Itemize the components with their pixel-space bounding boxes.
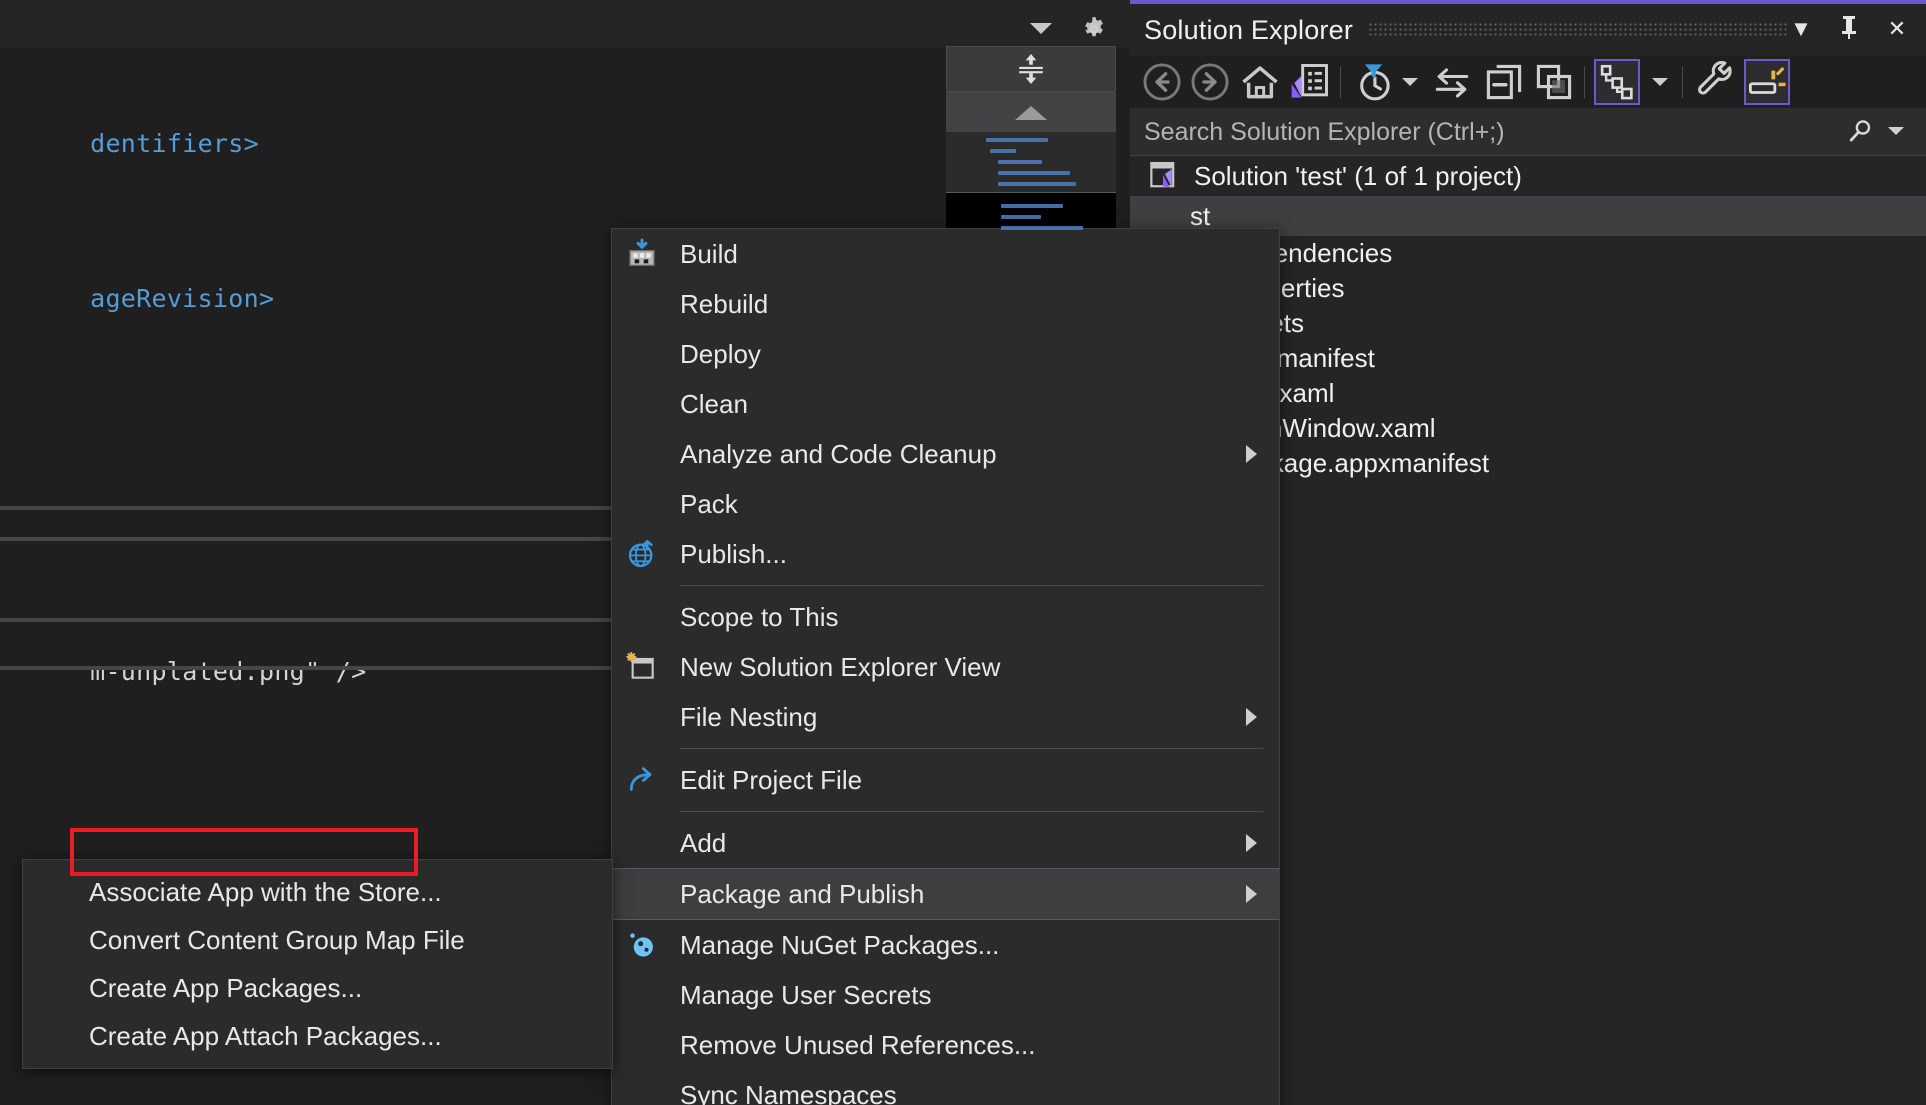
code-token-string: m-unplated.png" /> xyxy=(90,657,367,686)
project-context-menu: Build Rebuild Deploy Clean Analyze and C… xyxy=(611,228,1280,1105)
submenu-item-create-app-packages[interactable]: Create App Packages... xyxy=(23,964,612,1012)
menu-item-label: Deploy xyxy=(680,338,761,369)
menu-item-publish[interactable]: Publish... xyxy=(612,529,1279,579)
submenu-item-label: Create App Attach Packages... xyxy=(89,1020,442,1051)
chevron-down-icon[interactable] xyxy=(1888,127,1904,135)
pending-changes-icon[interactable] xyxy=(1288,60,1332,104)
search-input[interactable]: Search Solution Explorer (Ctrl+;) xyxy=(1130,108,1926,156)
submenu-item-label: Associate App with the Store... xyxy=(89,876,442,907)
menu-item-pack[interactable]: Pack xyxy=(612,479,1279,529)
menu-separator xyxy=(680,748,1263,749)
gear-icon[interactable] xyxy=(1080,15,1108,43)
show-all-files-icon[interactable] xyxy=(1532,60,1576,104)
code-line-2: ageRevision> xyxy=(0,255,274,342)
pin-icon[interactable] xyxy=(1834,14,1864,44)
editor-toolbar xyxy=(0,0,1130,48)
submenu-arrow-icon xyxy=(1246,834,1257,852)
panel-title: Solution Explorer xyxy=(1144,15,1354,45)
solution-icon xyxy=(1150,161,1175,188)
publish-globe-icon xyxy=(628,540,653,568)
sync-with-active-document-icon[interactable] xyxy=(1430,60,1474,104)
menu-item-label: Clean xyxy=(680,388,748,419)
properties-wrench-icon[interactable] xyxy=(1694,60,1738,104)
menu-item-label: Add xyxy=(680,827,727,858)
submenu-item-label: Create App Packages... xyxy=(89,972,363,1003)
nuget-icon xyxy=(630,933,653,957)
menu-separator xyxy=(680,811,1263,812)
visual-studio-window: dentifiers> ageRevision> m-unplated.png"… xyxy=(0,0,1926,1105)
menu-item-package-and-publish[interactable]: Package and Publish xyxy=(612,868,1279,920)
tree-item-label: st xyxy=(1190,200,1211,231)
menu-item-analyze-and-code-cleanup[interactable]: Analyze and Code Cleanup xyxy=(612,429,1279,479)
scroll-up-arrow-icon[interactable] xyxy=(946,92,1116,132)
editor-minimap[interactable] xyxy=(946,132,1116,237)
menu-item-label: Sync Namespaces xyxy=(680,1079,897,1105)
menu-item-build[interactable]: Build xyxy=(612,229,1279,279)
menu-item-file-nesting[interactable]: File Nesting xyxy=(612,692,1279,742)
drag-grip[interactable] xyxy=(1368,22,1788,38)
tree-item-solution[interactable]: Solution 'test' (1 of 1 project) xyxy=(1130,156,1926,196)
close-icon[interactable]: ✕ xyxy=(1882,14,1912,44)
menu-item-label: New Solution Explorer View xyxy=(680,651,1001,682)
history-filter-icon[interactable] xyxy=(1352,60,1396,104)
tree-item-label: Solution 'test' (1 of 1 project) xyxy=(1194,160,1522,191)
submenu-arrow-icon xyxy=(1246,445,1257,463)
split-view-icon[interactable] xyxy=(946,46,1116,92)
menu-item-add[interactable]: Add xyxy=(612,818,1279,868)
menu-item-deploy[interactable]: Deploy xyxy=(612,329,1279,379)
menu-item-manage-user-secrets[interactable]: Manage User Secrets xyxy=(612,970,1279,1020)
preview-selected-items-icon[interactable] xyxy=(1744,59,1790,105)
submenu-item-create-app-attach-packages[interactable]: Create App Attach Packages... xyxy=(23,1012,612,1060)
build-icon xyxy=(629,238,655,266)
menu-item-new-solution-explorer-view[interactable]: New Solution Explorer View xyxy=(612,642,1279,692)
menu-item-remove-unused-references[interactable]: Remove Unused References... xyxy=(612,1020,1279,1070)
search-icon[interactable] xyxy=(1846,117,1874,145)
submenu-item-associate-app-with-the-store[interactable]: Associate App with the Store... xyxy=(23,868,612,916)
menu-item-label: Manage User Secrets xyxy=(680,979,932,1010)
new-window-icon xyxy=(626,651,654,679)
search-placeholder: Search Solution Explorer (Ctrl+;) xyxy=(1144,118,1505,146)
package-and-publish-submenu: Associate App with the Store... Convert … xyxy=(22,859,613,1069)
menu-item-label: Manage NuGet Packages... xyxy=(680,929,1000,960)
solution-explorer-header: Solution Explorer ▼ ✕ xyxy=(1130,4,1926,56)
edit-project-icon xyxy=(629,767,652,791)
menu-item-manage-nuget-packages[interactable]: Manage NuGet Packages... xyxy=(612,920,1279,970)
menu-item-label: Scope to This xyxy=(680,601,839,632)
submenu-arrow-icon xyxy=(1246,708,1257,726)
code-token-tag: ageRevision> xyxy=(90,284,275,313)
home-icon[interactable] xyxy=(1238,60,1282,104)
menu-item-label: File Nesting xyxy=(680,701,818,732)
menu-item-label: Remove Unused References... xyxy=(680,1029,1036,1060)
menu-separator xyxy=(680,585,1263,586)
submenu-item-label: Convert Content Group Map File xyxy=(89,924,465,955)
menu-item-rebuild[interactable]: Rebuild xyxy=(612,279,1279,329)
code-line-1: dentifiers> xyxy=(0,100,259,187)
code-token-tag: dentifiers> xyxy=(90,129,259,158)
solution-explorer-toolbar xyxy=(1130,56,1926,108)
chevron-down-icon[interactable] xyxy=(1030,23,1052,34)
solution-view-icon[interactable] xyxy=(1594,59,1640,105)
menu-item-scope-to-this[interactable]: Scope to This xyxy=(612,592,1279,642)
code-line-3: m-unplated.png" /> xyxy=(0,628,366,715)
menu-item-label: Package and Publish xyxy=(680,878,925,909)
window-options-caret[interactable]: ▼ xyxy=(1786,14,1816,44)
menu-item-label: Pack xyxy=(680,488,738,519)
collapse-all-icon[interactable] xyxy=(1482,60,1526,104)
menu-item-edit-project-file[interactable]: Edit Project File xyxy=(612,755,1279,805)
menu-item-sync-namespaces[interactable]: Sync Namespaces xyxy=(612,1070,1279,1105)
submenu-arrow-icon xyxy=(1246,885,1257,903)
menu-item-label: Rebuild xyxy=(680,288,769,319)
forward-icon[interactable] xyxy=(1188,60,1232,104)
menu-item-clean[interactable]: Clean xyxy=(612,379,1279,429)
menu-item-label: Analyze and Code Cleanup xyxy=(680,438,997,469)
back-icon[interactable] xyxy=(1140,60,1184,104)
editor-scroll-column xyxy=(946,46,1128,237)
submenu-item-convert-content-group-map-file[interactable]: Convert Content Group Map File xyxy=(23,916,612,964)
